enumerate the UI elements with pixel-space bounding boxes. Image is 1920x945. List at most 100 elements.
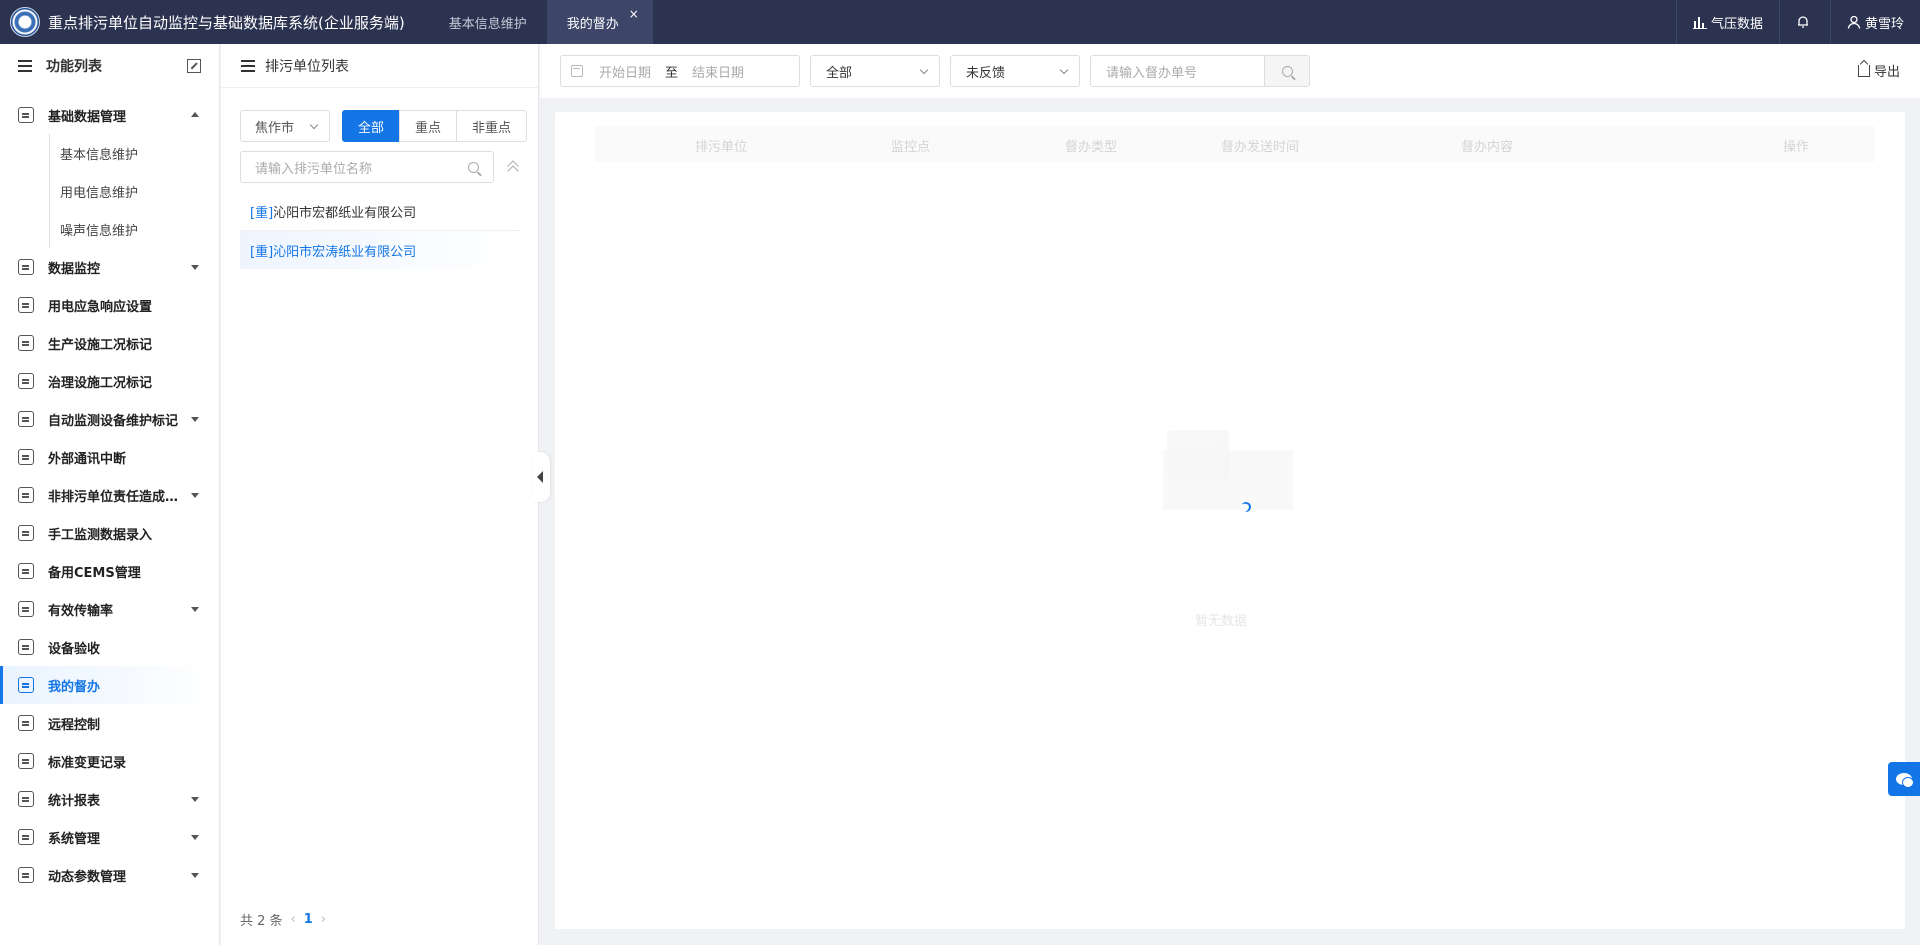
gear-icon bbox=[18, 829, 34, 845]
sidebar-item-label: 有效传输率 bbox=[48, 603, 114, 619]
column-header-actions: 操作 bbox=[1783, 140, 1810, 155]
order-search-button[interactable] bbox=[1264, 55, 1310, 87]
sidebar-item-device-maintenance[interactable]: 自动监测设备维护标记 bbox=[0, 400, 219, 438]
sidebar-menu: 基础数据管理 基本信息维护 用电信息维护 噪声信息维护 数据监控 用电应急响应设… bbox=[0, 96, 219, 894]
date-range-picker[interactable]: 开始日期 至 结束日期 bbox=[560, 55, 800, 87]
sidebar-item-standard-changes[interactable]: 标准变更记录 bbox=[0, 742, 219, 780]
unit-search-placeholder: 请输入排污单位名称 bbox=[255, 161, 373, 177]
user-menu[interactable]: 黄雪玲 bbox=[1831, 0, 1920, 44]
double-chevron-up-icon[interactable] bbox=[506, 160, 520, 174]
unit-list-panel: 排污单位列表 焦作市 全部 重点 非重点 请输入排污单位名称 [重] 沁阳市宏都… bbox=[221, 44, 539, 945]
sidebar-item-label: 用电应急响应设置 bbox=[48, 299, 153, 315]
next-page-button[interactable]: › bbox=[321, 912, 326, 927]
close-icon[interactable]: × bbox=[629, 7, 639, 21]
filter-non-key-button[interactable]: 非重点 bbox=[456, 110, 528, 142]
pressure-data-label: 气压数据 bbox=[1710, 16, 1763, 32]
chat-button[interactable] bbox=[1888, 762, 1920, 796]
menu-icon bbox=[18, 60, 32, 72]
list-item[interactable]: [重] 沁阳市宏都纸业有限公司 bbox=[240, 193, 520, 231]
parameters-icon bbox=[18, 867, 34, 883]
chevron-down-icon bbox=[919, 65, 929, 75]
sidebar-item-label: 非排污单位责任造成… bbox=[48, 489, 178, 505]
column-header-content: 督办内容 bbox=[1461, 140, 1514, 155]
sidebar-title: 功能列表 bbox=[46, 59, 102, 75]
sidebar-item-system-management[interactable]: 系统管理 bbox=[0, 818, 219, 856]
network-icon bbox=[18, 449, 34, 465]
user-icon bbox=[1847, 15, 1861, 29]
sidebar-item-label: 系统管理 bbox=[48, 831, 101, 847]
sidebar-item-label: 生产设施工况标记 bbox=[48, 337, 153, 353]
date-separator: 至 bbox=[665, 65, 679, 81]
sidebar-item-remote-control[interactable]: 远程控制 bbox=[0, 704, 219, 742]
unit-filter-row: 焦作市 全部 重点 非重点 bbox=[240, 110, 528, 142]
sidebar-item-backup-cems[interactable]: 备用CEMS管理 bbox=[0, 552, 219, 590]
supervision-icon bbox=[18, 677, 34, 693]
order-number-input[interactable]: 请输入督办单号 bbox=[1090, 55, 1264, 87]
sidebar-item-non-unit-responsibility[interactable]: 非排污单位责任造成… bbox=[0, 476, 219, 514]
sidebar-item-label: 统计报表 bbox=[48, 793, 101, 809]
sidebar-item-power-emergency[interactable]: 用电应急响应设置 bbox=[0, 286, 219, 324]
collapse-panel-handle[interactable] bbox=[532, 452, 550, 502]
sidebar-item-label: 设备验收 bbox=[48, 641, 101, 657]
order-number-placeholder: 请输入督办单号 bbox=[1106, 65, 1198, 81]
sidebar-item-transmission-rate[interactable]: 有效传输率 bbox=[0, 590, 219, 628]
export-button[interactable]: 导出 bbox=[1857, 61, 1900, 80]
supervision-toolbar: 开始日期 至 结束日期 全部 未反馈 请输入督办单号 导出 bbox=[540, 44, 1920, 98]
city-select-value: 焦作市 bbox=[255, 120, 295, 136]
unit-search-input[interactable]: 请输入排污单位名称 bbox=[240, 151, 494, 183]
search-icon[interactable] bbox=[468, 161, 479, 173]
filter-key-button[interactable]: 重点 bbox=[399, 110, 458, 142]
chevron-down-icon bbox=[309, 120, 319, 130]
calendar-icon bbox=[571, 65, 583, 77]
sidebar-item-my-supervision[interactable]: 我的督办 bbox=[0, 666, 219, 704]
sidebar-item-label: 动态参数管理 bbox=[48, 869, 127, 885]
unit-type-filter: 全部 重点 非重点 bbox=[342, 110, 528, 142]
column-header-monitor-point: 监控点 bbox=[891, 140, 931, 155]
pressure-data-button[interactable]: 气压数据 bbox=[1677, 0, 1779, 44]
submenu-basic-data: 基本信息维护 用电信息维护 噪声信息维护 bbox=[0, 134, 219, 248]
upload-icon bbox=[1857, 64, 1870, 77]
sidebar-item-comm-interrupt[interactable]: 外部通讯中断 bbox=[0, 438, 219, 476]
supervision-type-select[interactable]: 全部 bbox=[810, 55, 940, 87]
sidebar-item-basic-data[interactable]: 基础数据管理 bbox=[0, 96, 219, 134]
collapse-sidebar-icon[interactable] bbox=[187, 59, 201, 73]
sidebar-subitem-power-info[interactable]: 用电信息维护 bbox=[0, 172, 219, 210]
city-select[interactable]: 焦作市 bbox=[240, 110, 330, 142]
emblem-logo-icon bbox=[10, 7, 40, 37]
prev-page-button[interactable]: ‹ bbox=[291, 912, 296, 927]
sidebar-subitem-basic-info[interactable]: 基本信息维护 bbox=[0, 134, 219, 172]
pie-chart-icon bbox=[18, 601, 34, 617]
supervision-table-card: 排污单位 监控点 督办类型 督办发送时间 督办内容 操作 暂无数据 bbox=[555, 112, 1905, 929]
record-icon bbox=[18, 753, 34, 769]
edit-icon bbox=[18, 525, 34, 541]
sidebar-item-device-acceptance[interactable]: 设备验收 bbox=[0, 628, 219, 666]
sidebar-item-statistics-report[interactable]: 统计报表 bbox=[0, 780, 219, 818]
tab-basic-info[interactable]: 基本信息维护 bbox=[429, 0, 547, 44]
report-icon bbox=[18, 791, 34, 807]
sidebar-subitem-noise-info[interactable]: 噪声信息维护 bbox=[0, 210, 219, 248]
end-date-placeholder: 结束日期 bbox=[692, 65, 745, 81]
page-number[interactable]: 1 bbox=[304, 912, 313, 927]
filter-all-button[interactable]: 全部 bbox=[342, 110, 401, 142]
list-item[interactable]: [重] 沁阳市宏涛纸业有限公司 bbox=[240, 231, 520, 269]
tab-my-supervision[interactable]: 我的督办 × bbox=[546, 0, 653, 44]
sidebar-item-manual-data[interactable]: 手工监测数据录入 bbox=[0, 514, 219, 552]
empty-state-text: 暂无数据 bbox=[1195, 614, 1248, 629]
search-icon bbox=[1281, 65, 1293, 77]
caret-down-icon bbox=[191, 607, 199, 612]
unit-name: 沁阳市宏都纸业有限公司 bbox=[273, 206, 417, 221]
unit-list-header: 排污单位列表 bbox=[221, 44, 538, 88]
feedback-status-select[interactable]: 未反馈 bbox=[950, 55, 1080, 87]
unit-list-title: 排污单位列表 bbox=[265, 58, 349, 75]
sidebar: 功能列表 基础数据管理 基本信息维护 用电信息维护 噪声信息维护 数据监控 用电… bbox=[0, 44, 220, 945]
sidebar-item-treatment-facility[interactable]: 治理设施工况标记 bbox=[0, 362, 219, 400]
sidebar-item-data-monitor[interactable]: 数据监控 bbox=[0, 248, 219, 286]
notification-button[interactable] bbox=[1780, 0, 1830, 44]
caret-up-icon bbox=[191, 112, 199, 117]
feedback-status-value: 未反馈 bbox=[966, 65, 1006, 81]
chevron-down-icon bbox=[1059, 65, 1069, 75]
sidebar-item-dynamic-params[interactable]: 动态参数管理 bbox=[0, 856, 219, 894]
unit-tag: [重] bbox=[250, 244, 274, 260]
user-name: 黄雪玲 bbox=[1864, 16, 1904, 32]
sidebar-item-production-facility[interactable]: 生产设施工况标记 bbox=[0, 324, 219, 362]
